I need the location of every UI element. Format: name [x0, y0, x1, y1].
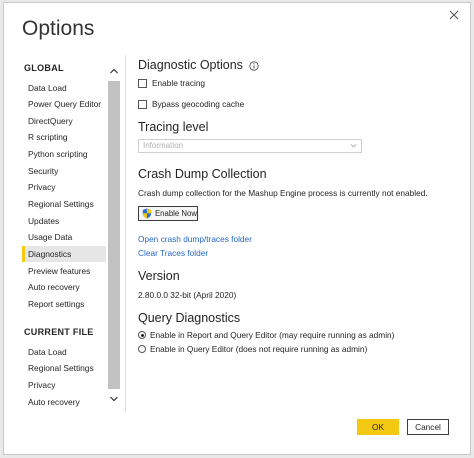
sidebar-item-file-privacy[interactable]: Privacy [22, 377, 106, 393]
ok-button[interactable]: OK [357, 419, 399, 435]
sidebar-item-report-settings[interactable]: Report settings [22, 296, 106, 312]
query-diagnostics-option-editor-only[interactable]: Enable in Query Editor (does not require… [138, 344, 367, 354]
crash-dump-status: Crash dump collection for the Mashup Eng… [138, 188, 428, 198]
sidebar-item-data-load[interactable]: Data Load [22, 80, 106, 96]
dialog-title: Options [22, 17, 95, 40]
chevron-up-icon[interactable] [108, 65, 120, 77]
close-icon[interactable] [446, 7, 462, 23]
info-icon[interactable] [249, 61, 260, 71]
checkbox-box[interactable] [138, 99, 147, 109]
version-heading: Version [138, 269, 180, 283]
checkbox-box[interactable] [138, 78, 147, 88]
chevron-down-icon [350, 144, 357, 148]
enable-tracing-label: Enable tracing [152, 78, 206, 88]
tracing-level-select[interactable]: Information [138, 139, 362, 153]
sidebar-item-r-scripting[interactable]: R scripting [22, 129, 106, 145]
enable-now-button[interactable]: Enable Now [138, 206, 198, 221]
sidebar-item-usage-data[interactable]: Usage Data [22, 229, 106, 245]
query-diagnostics-option-2-label: Enable in Query Editor (does not require… [150, 344, 368, 354]
sidebar-heading-global: GLOBAL [24, 63, 64, 73]
sidebar-item-security[interactable]: Security [22, 163, 106, 179]
options-dialog: Options GLOBAL Data Load Power Query Edi… [3, 2, 471, 455]
sidebar-item-preview-features[interactable]: Preview features [22, 263, 106, 279]
sidebar-list: GLOBAL Data Load Power Query Editor Dire… [22, 55, 106, 412]
shield-icon [142, 208, 152, 219]
diagnostics-panel: Diagnostic Options Enable tracing Bypass… [138, 55, 468, 415]
radio-button[interactable] [138, 331, 146, 339]
sidebar-item-file-regional-settings[interactable]: Regional Settings [22, 360, 106, 376]
clear-traces-folder-link[interactable]: Clear Traces folder [138, 248, 208, 258]
tracing-level-heading: Tracing level [138, 120, 209, 134]
sidebar-scrollbar[interactable] [108, 59, 120, 409]
sidebar-item-power-query-editor[interactable]: Power Query Editor [22, 96, 106, 112]
crash-dump-heading: Crash Dump Collection [138, 167, 267, 181]
enable-now-label: Enable Now [154, 209, 197, 218]
diagnostic-options-heading: Diagnostic Options [138, 58, 260, 72]
sidebar-item-directquery[interactable]: DirectQuery [22, 113, 106, 129]
query-diagnostics-option-report-and-editor[interactable]: Enable in Report and Query Editor (may r… [138, 330, 394, 340]
sidebar-divider [125, 55, 126, 412]
query-diagnostics-option-1-label: Enable in Report and Query Editor (may r… [150, 330, 395, 340]
options-sidebar: GLOBAL Data Load Power Query Editor Dire… [22, 55, 122, 412]
bypass-geocoding-label: Bypass geocoding cache [152, 99, 245, 109]
sidebar-item-diagnostics[interactable]: Diagnostics [22, 246, 106, 262]
chevron-down-icon[interactable] [108, 393, 120, 405]
sidebar-heading-current-file: CURRENT FILE [24, 327, 94, 337]
radio-button[interactable] [138, 345, 146, 353]
sidebar-item-file-data-load[interactable]: Data Load [22, 344, 106, 360]
query-diagnostics-heading: Query Diagnostics [138, 311, 241, 325]
sidebar-item-file-auto-recovery[interactable]: Auto recovery [22, 394, 106, 410]
cancel-button[interactable]: Cancel [407, 419, 449, 435]
enable-tracing-checkbox[interactable]: Enable tracing [138, 78, 205, 88]
sidebar-item-python-scripting[interactable]: Python scripting [22, 146, 106, 162]
version-value: 2.80.0.0 32-bit (April 2020) [138, 290, 237, 300]
sidebar-item-regional-settings[interactable]: Regional Settings [22, 196, 106, 212]
bypass-geocoding-checkbox[interactable]: Bypass geocoding cache [138, 99, 244, 109]
tracing-level-value: Information [143, 141, 184, 150]
sidebar-item-updates[interactable]: Updates [22, 213, 106, 229]
sidebar-item-privacy[interactable]: Privacy [22, 179, 106, 195]
diagnostic-options-heading-text: Diagnostic Options [138, 58, 243, 72]
open-crash-dump-folder-link[interactable]: Open crash dump/traces folder [138, 234, 252, 244]
sidebar-item-auto-recovery[interactable]: Auto recovery [22, 279, 106, 295]
scrollbar-thumb[interactable] [108, 81, 120, 389]
